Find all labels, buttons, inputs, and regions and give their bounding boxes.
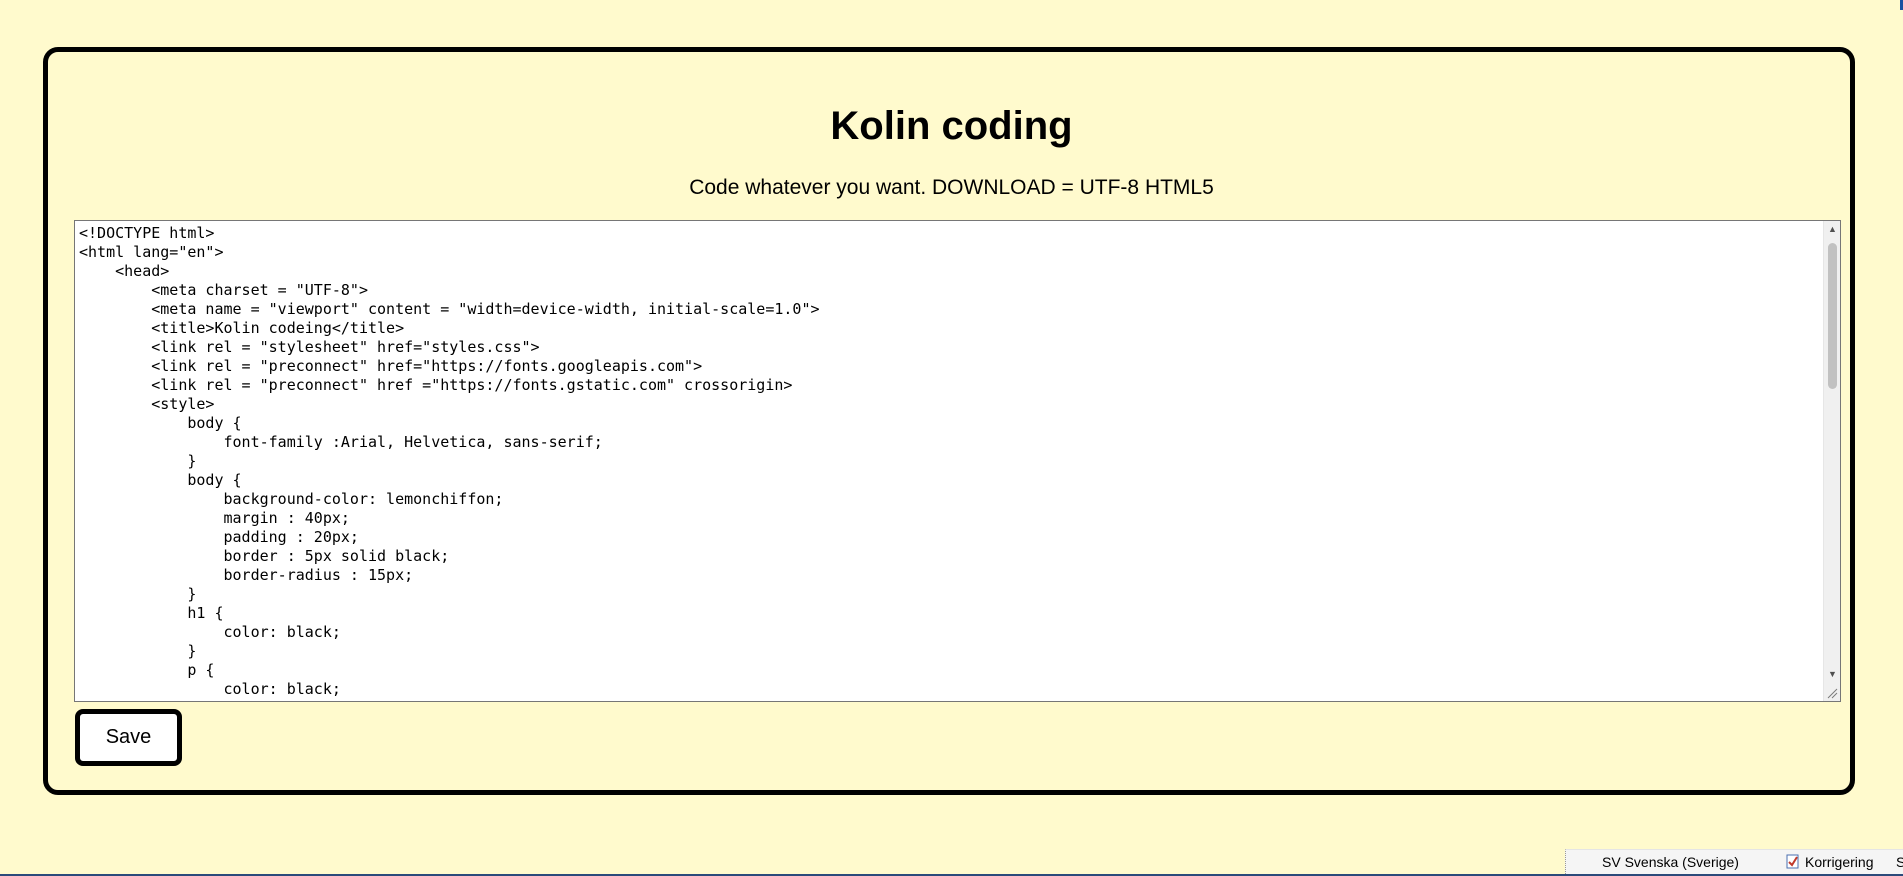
page-subtitle: Code whatever you want. DOWNLOAD = UTF-8… bbox=[689, 176, 1214, 199]
spellcheck-label[interactable]: Korrigering bbox=[1805, 853, 1873, 871]
language-bar-overflow: S bbox=[1896, 854, 1903, 870]
page-title: Kolin coding bbox=[830, 104, 1073, 148]
input-language-indicator[interactable]: SV Svenska (Sverige) bbox=[1602, 853, 1739, 871]
scrollbar-thumb[interactable] bbox=[1828, 243, 1837, 389]
spellcheck-icon[interactable] bbox=[1786, 854, 1800, 869]
resize-grip-icon[interactable] bbox=[1824, 685, 1839, 700]
save-button[interactable]: Save bbox=[75, 709, 182, 766]
scroll-up-arrow-icon[interactable]: ▲ bbox=[1824, 221, 1840, 238]
code-textarea[interactable]: <!DOCTYPE html> <html lang="en"> <head> … bbox=[79, 224, 1820, 701]
windows-language-bar: SV Svenska (Sverige) Korrigering S bbox=[1565, 849, 1903, 874]
scroll-down-arrow-icon[interactable]: ▼ bbox=[1824, 666, 1840, 683]
code-editor[interactable]: <!DOCTYPE html> <html lang="en"> <head> … bbox=[74, 220, 1841, 702]
editor-vertical-scrollbar[interactable]: ▲ ▼ bbox=[1823, 221, 1840, 701]
